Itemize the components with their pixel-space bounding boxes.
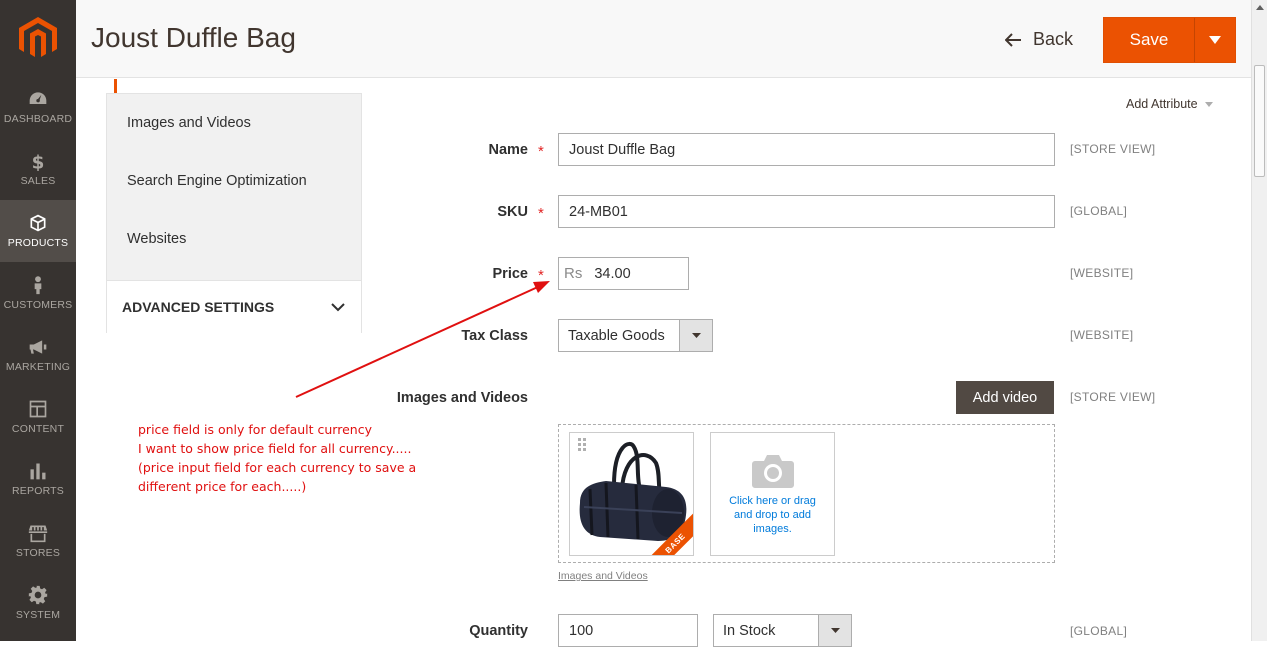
person-icon	[34, 276, 42, 295]
scroll-up-arrow-icon[interactable]	[1252, 0, 1267, 15]
quantity-scope: [GLOBAL]	[1070, 624, 1128, 638]
images-scope: [STORE VIEW]	[1070, 390, 1156, 404]
tax-class-value: Taxable Goods	[568, 327, 665, 344]
drag-handle-icon[interactable]	[578, 438, 588, 454]
sidebar-item-system[interactable]: SYSTEM	[0, 572, 76, 634]
scrollbar-thumb[interactable]	[1254, 65, 1265, 177]
annotation-line: different price for each.....)	[138, 479, 307, 494]
tax-class-select[interactable]: Taxable Goods	[558, 319, 713, 352]
quantity-label: Quantity	[469, 623, 528, 639]
sidebar-item-label: DASHBOARD	[3, 113, 73, 125]
price-scope: [WEBSITE]	[1070, 266, 1134, 280]
caret-down-icon	[1209, 36, 1221, 44]
dollar-icon: $	[32, 153, 45, 172]
sidebar-item-customers[interactable]: CUSTOMERS	[0, 262, 76, 324]
save-split-button[interactable]: Save	[1103, 17, 1236, 63]
price-value: 34.00	[594, 265, 631, 282]
sidebar-item-products[interactable]: PRODUCTS	[0, 200, 76, 262]
product-image-thumbnail[interactable]: BASE	[569, 432, 694, 556]
store-icon	[28, 525, 48, 543]
section-links: Images and Videos Search Engine Optimiza…	[107, 94, 361, 281]
caret-down-icon	[1204, 101, 1213, 107]
active-section-marker	[114, 79, 117, 93]
sku-scope: [GLOBAL]	[1070, 204, 1128, 218]
layout-icon	[29, 400, 47, 418]
advanced-settings-label: ADVANCED SETTINGS	[122, 299, 275, 315]
image-upload-area[interactable]: Click here or drag and drop to add image…	[710, 432, 835, 556]
sku-label: SKU	[497, 204, 528, 220]
page-title: Joust Duffle Bag	[91, 22, 296, 53]
sidebar-item-sales[interactable]: $ SALES	[0, 138, 76, 200]
sidebar-item-label: SALES	[20, 175, 56, 187]
section-link-seo[interactable]: Search Engine Optimization	[107, 152, 361, 210]
add-attribute-button[interactable]: Add Attribute	[1126, 97, 1213, 111]
sidebar-item-stores[interactable]: STORES	[0, 510, 76, 572]
back-label: Back	[1033, 29, 1074, 49]
sidebar-item-dashboard[interactable]: DASHBOARD	[0, 76, 76, 138]
dashboard-icon	[29, 92, 47, 104]
tax-class-label: Tax Class	[461, 328, 528, 344]
sidebar-item-label: MARKETING	[5, 361, 71, 373]
name-label: Name	[488, 142, 529, 158]
add-attribute-label: Add Attribute	[1126, 97, 1198, 111]
currency-symbol: Rs	[564, 265, 583, 282]
upload-instructions[interactable]: Click here or drag and drop to add image…	[723, 494, 823, 536]
advanced-settings-toggle[interactable]: ADVANCED SETTINGS	[107, 281, 361, 333]
dropdown-arrow-icon	[818, 615, 851, 646]
dropdown-arrow-icon	[679, 320, 712, 351]
stock-status-select[interactable]: In Stock	[713, 614, 852, 647]
sidebar-item-label: PRODUCTS	[7, 237, 69, 249]
annotation-note: price field is only for default currency…	[138, 420, 416, 496]
sidebar-item-marketing[interactable]: MARKETING	[0, 324, 76, 386]
sidebar-item-label: CUSTOMERS	[3, 299, 73, 311]
section-link-websites[interactable]: Websites	[107, 210, 361, 268]
admin-sidebar: DASHBOARD $ SALES PRODUCTS CUSTOMERS MAR…	[0, 0, 76, 641]
price-input[interactable]: Rs 34.00	[558, 257, 689, 290]
sidebar-item-label: SYSTEM	[15, 609, 61, 621]
chevron-down-icon	[331, 302, 345, 311]
required-mark: *	[538, 205, 544, 222]
images-videos-label: Images and Videos	[396, 390, 528, 406]
magento-logo-icon[interactable]	[0, 0, 76, 76]
tax-class-scope: [WEBSITE]	[1070, 328, 1134, 342]
sidebar-item-label: REPORTS	[12, 485, 64, 497]
images-videos-link[interactable]: Images and Videos	[558, 570, 648, 582]
sidebar-item-reports[interactable]: REPORTS	[0, 448, 76, 510]
product-sections-panel: Images and Videos Search Engine Optimiza…	[106, 93, 362, 333]
camera-icon	[751, 455, 794, 488]
image-dropzone[interactable]: BASE Click here or drag and drop to add …	[558, 424, 1055, 563]
arrow-left-icon	[1005, 32, 1021, 47]
save-button[interactable]: Save	[1104, 18, 1195, 62]
svg-text:$: $	[32, 153, 45, 172]
stock-status-value: In Stock	[723, 622, 776, 639]
name-input[interactable]: Joust Duffle Bag	[558, 133, 1055, 166]
required-mark: *	[538, 143, 544, 160]
price-label: Price	[492, 266, 528, 282]
sku-input[interactable]: 24-MB01	[558, 195, 1055, 228]
section-link-images-videos[interactable]: Images and Videos	[107, 94, 361, 152]
annotation-line: price field is only for default currency	[138, 422, 372, 437]
add-video-button[interactable]: Add video	[956, 381, 1054, 414]
page-header: Joust Duffle Bag Back Save	[76, 0, 1251, 78]
gear-icon	[28, 585, 48, 605]
megaphone-icon	[29, 340, 47, 354]
sidebar-item-content[interactable]: CONTENT	[0, 386, 76, 448]
name-scope: [STORE VIEW]	[1070, 142, 1156, 156]
required-mark: *	[538, 267, 544, 284]
bar-chart-icon	[30, 463, 46, 480]
save-options-toggle[interactable]	[1195, 18, 1235, 62]
annotation-line: I want to show price field for all curre…	[138, 441, 412, 456]
sidebar-item-label: STORES	[15, 547, 61, 559]
cube-icon	[30, 214, 46, 232]
annotation-line: (price input field for each currency to …	[138, 460, 417, 475]
sidebar-item-label: CONTENT	[11, 423, 65, 435]
page-scrollbar[interactable]	[1251, 0, 1267, 641]
quantity-input[interactable]: 100	[558, 614, 698, 647]
back-button[interactable]: Back	[1005, 29, 1073, 50]
